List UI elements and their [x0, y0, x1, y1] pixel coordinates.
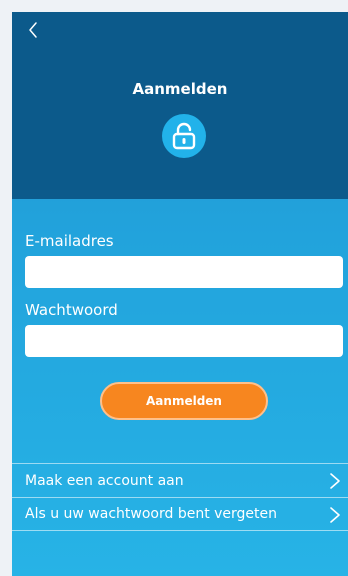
page-title: Aanmelden: [132, 80, 228, 98]
lock-badge: [162, 114, 206, 158]
forgot-password-label: Als u uw wachtwoord bent vergeten: [25, 506, 278, 522]
back-button[interactable]: [22, 18, 46, 42]
chevron-left-icon: [29, 22, 37, 38]
chevron-right-icon: [330, 473, 340, 489]
chevron-right-icon: [330, 507, 340, 523]
login-button[interactable]: Aanmelden: [100, 382, 268, 420]
email-field[interactable]: [25, 256, 343, 288]
create-account-link[interactable]: Maak een account aan: [12, 463, 348, 497]
header: Aanmelden: [12, 12, 348, 199]
create-account-label: Maak een account aan: [25, 472, 184, 489]
password-label: Wachtwoord: [25, 301, 118, 319]
forgot-password-link[interactable]: Als u uw wachtwoord bent vergeten: [12, 497, 348, 531]
login-screen: Aanmelden E-mailadres Wachtwoord Aanmeld…: [12, 12, 348, 576]
email-label: E-mailadres: [25, 232, 114, 250]
password-field[interactable]: [25, 325, 343, 357]
unlock-icon: [172, 122, 196, 150]
